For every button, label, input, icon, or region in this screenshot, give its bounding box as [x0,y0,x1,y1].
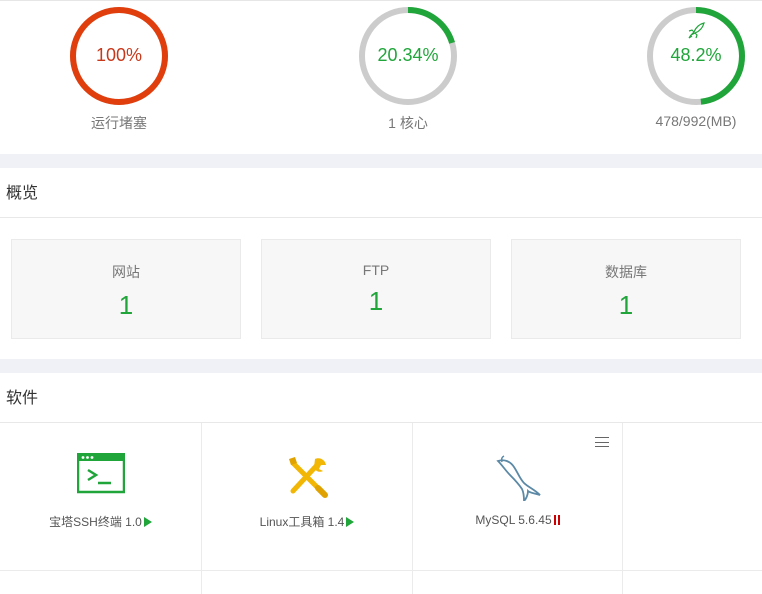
overview-card-label: 数据库 [605,264,647,280]
software-name-text: 宝塔SSH终端 1.0 [49,515,142,529]
rocket-icon[interactable] [688,22,705,39]
load-percent: 100% [95,45,143,65]
software-item-empty [623,423,762,571]
software-item-linux-toolbox[interactable]: Linux工具箱 1.4 [202,423,413,571]
cpu-caption: 1 核心 [388,115,428,131]
overview-card-label: FTP [362,262,390,278]
software-row-cell [202,571,413,594]
overview-card-value[interactable]: 1 [12,290,240,321]
software-row-cell [0,571,202,594]
mysql-dolphin-icon[interactable] [494,453,542,501]
cpu-percent: 20.34% [377,45,439,65]
play-icon[interactable] [346,517,355,527]
status-panel: 100% 运行堵塞 20.34% 1 核心 48.2% 478/992(MB) [0,0,762,154]
software-row-cell [413,571,623,594]
memory-gauge[interactable]: 48.2% 478/992(MB) [645,5,747,129]
terminal-icon[interactable] [76,453,125,501]
cpu-gauge[interactable]: 20.34% 1 核心 [357,5,459,131]
overview-card-label: 网站 [112,264,140,280]
software-item-name: 宝塔SSH终端 1.0 [0,513,201,530]
memory-caption: 478/992(MB) [655,113,737,129]
load-caption: 运行堵塞 [91,115,147,131]
overview-card-databases[interactable]: 数据库 1 [511,239,741,339]
software-title: 软件 [0,373,762,423]
overview-title: 概览 [0,168,762,218]
memory-percent: 48.2% [670,45,722,65]
overview-card-ftp[interactable]: FTP 1 [261,239,491,339]
overview-card-value[interactable]: 1 [512,290,740,321]
software-name-text: MySQL 5.6.45 [475,513,552,527]
software-item-ssh-terminal[interactable]: 宝塔SSH终端 1.0 [0,423,202,571]
software-item-mysql[interactable]: MySQL 5.6.45 [413,423,623,571]
software-panel: 软件 宝塔SSH终端 1.0 Linux工具箱 1.4 MySQL 5.6.45 [0,373,762,594]
play-icon[interactable] [143,517,152,527]
overview-panel: 概览 网站 1 FTP 1 数据库 1 [0,168,762,359]
menu-icon[interactable] [595,437,609,447]
software-item-name: Linux工具箱 1.4 [202,513,412,530]
software-name-text: Linux工具箱 1.4 [259,515,345,529]
pause-icon[interactable] [553,515,560,525]
overview-card-websites[interactable]: 网站 1 [11,239,241,339]
load-gauge[interactable]: 100% 运行堵塞 [68,5,170,131]
overview-card-value[interactable]: 1 [262,286,490,317]
tools-icon[interactable] [283,453,331,501]
software-item-name: MySQL 5.6.45 [413,513,622,527]
